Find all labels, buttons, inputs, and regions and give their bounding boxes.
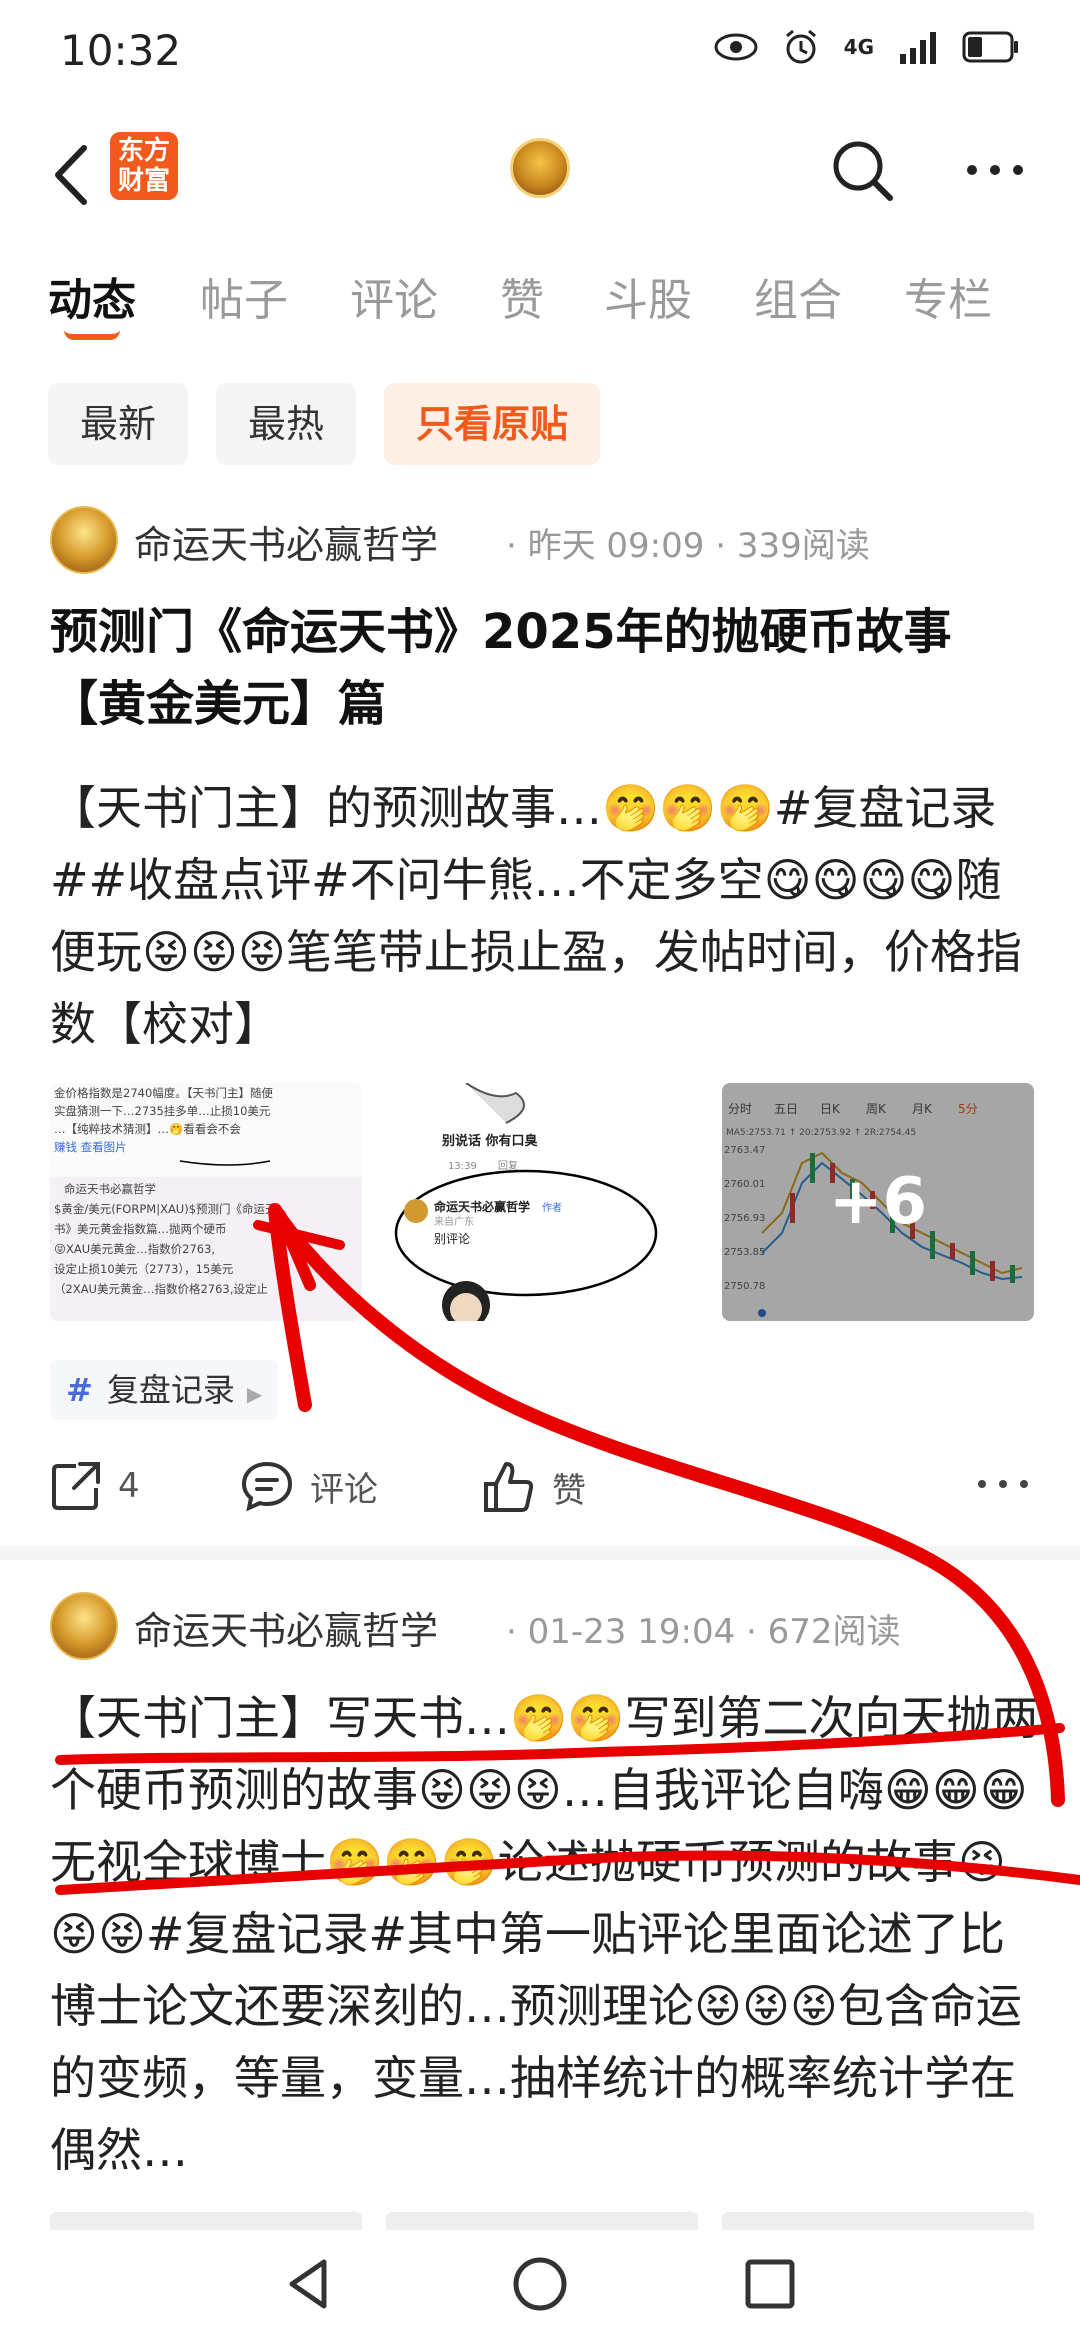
- nav-back-icon[interactable]: [280, 2254, 340, 2314]
- thumb-2-time: 13:39: [448, 1161, 477, 1172]
- network-label: 4G: [843, 35, 874, 59]
- share-button[interactable]: 4: [50, 1460, 140, 1512]
- topic-tag[interactable]: # 复盘记录 ▶: [50, 1360, 279, 1420]
- active-tab-indicator: [64, 330, 120, 340]
- profile-avatar[interactable]: [510, 138, 570, 198]
- tab-dynamics[interactable]: 动态: [48, 264, 136, 328]
- more-options-icon[interactable]: [960, 150, 1030, 190]
- post-body[interactable]: 【天书门主】写天书…🤭🤭写到第二次向天抛两个硬币预测的故事😝😝😝…自我评论自嗨😁…: [50, 1682, 1040, 2190]
- filter-hottest[interactable]: 最热: [216, 383, 357, 465]
- post-image-1[interactable]: 金价格指数是2740幅度。【天书门主】随便 实盘猜测一下…2735挂多单…止损1…: [50, 1083, 362, 1321]
- screenshot-text-thumbnail: 金价格指数是2740幅度。【天书门主】随便 实盘猜测一下…2735挂多单…止损1…: [50, 1083, 362, 1321]
- post-images: 金价格指数是2740幅度。【天书门主】随便 实盘猜测一下…2735挂多单…止损1…: [50, 1083, 1034, 1321]
- thumb-2-badge: 作者: [542, 1202, 562, 1214]
- tab-likes[interactable]: 赞: [500, 264, 544, 328]
- author-name[interactable]: 命运天书必赢哲学: [134, 1600, 438, 1655]
- status-icons: 4G: [714, 28, 1020, 66]
- thumb-1-line: 命运天书必赢哲学: [64, 1182, 156, 1196]
- post-image-peek[interactable]: [50, 2212, 362, 2230]
- hash-icon: #: [66, 1371, 93, 1409]
- tab-posts[interactable]: 帖子: [200, 264, 288, 328]
- thumbs-up-icon: [484, 1462, 534, 1512]
- signal-icon: [900, 32, 936, 64]
- thumb-2-name: 命运天书必赢哲学: [433, 1199, 530, 1214]
- post-header[interactable]: 命运天书必赢哲学 · 昨天 09:09 · 339阅读: [50, 506, 1040, 576]
- filter-latest[interactable]: 最新: [48, 383, 189, 465]
- caret-right-icon: ▶: [246, 1382, 263, 1406]
- top-bar: 东方 财富: [0, 120, 1080, 230]
- nav-home-icon[interactable]: [510, 2254, 570, 2314]
- status-time: 10:32: [60, 26, 182, 75]
- tab-comments[interactable]: 评论: [350, 264, 438, 328]
- avatar[interactable]: [50, 506, 118, 574]
- thumb-2-caption: 别说话 你有口臭: [441, 1133, 538, 1149]
- status-bar: 10:32 4G: [0, 0, 1080, 100]
- search-icon[interactable]: [828, 136, 898, 206]
- meme-comment-thumbnail: 别说话 你有口臭 13:39 回复 命运天书必赢哲学 作者 来自广东 别评论: [386, 1083, 698, 1321]
- thumb-1-line: $黄金/美元(FORPM|XAU)$预测门《命运天: [54, 1202, 277, 1216]
- eye-icon: [714, 33, 758, 61]
- share-count: 4: [118, 1466, 140, 1506]
- post-image-3[interactable]: 分时 五日 日K 周K 月K 5分 MA5:2753.71 ↑ 20:2753.…: [722, 1083, 1034, 1321]
- comment-icon: [241, 1461, 293, 1512]
- system-nav-bar: [0, 2240, 1080, 2340]
- screen: 10:32 4G 东方 财富 动态 帖子 评论 赞 斗股 组合 专栏 最新 最热…: [0, 0, 1080, 2340]
- thumb-1-line: 书》美元黄金指数篇…抛两个硬币: [54, 1222, 227, 1236]
- alarm-icon: [785, 29, 816, 64]
- post-divider: [0, 1546, 1080, 1560]
- tab-stock-battle[interactable]: 斗股: [604, 264, 692, 328]
- share-icon: [52, 1462, 100, 1510]
- comment-label: 评论: [310, 1469, 378, 1510]
- thumb-1-line: 金价格指数是2740幅度。【天书门主】随便: [54, 1086, 274, 1100]
- more-images-overlay[interactable]: +6: [722, 1083, 1034, 1321]
- post-header[interactable]: 命运天书必赢哲学 · 01-23 19:04 · 672阅读: [50, 1592, 1040, 1662]
- comment-button[interactable]: 评论: [240, 1460, 378, 1512]
- battery-icon: [962, 31, 1018, 63]
- thumb-1-line: 赚钱 查看图片: [54, 1140, 127, 1154]
- post-actions: 4 评论 赞: [0, 1450, 1080, 1530]
- avatar[interactable]: [50, 1592, 118, 1660]
- thumb-1-line: …【纯粹技术猜测】…🤭看看会不会: [54, 1122, 241, 1136]
- profile-tabs: 动态 帖子 评论 赞 斗股 组合 专栏: [0, 250, 1080, 340]
- post-image-peek[interactable]: [386, 2212, 698, 2230]
- filter-original-only[interactable]: 只看原贴: [384, 383, 601, 465]
- nav-recents-icon[interactable]: [740, 2254, 800, 2314]
- post-image-2[interactable]: 别说话 你有口臭 13:39 回复 命运天书必赢哲学 作者 来自广东 别评论: [386, 1083, 698, 1321]
- thumb-1-line: 实盘猜测一下…2735挂多单…止损10美元: [54, 1104, 271, 1118]
- tab-column[interactable]: 专栏: [904, 264, 992, 328]
- thumb-2-reply: 别评论: [434, 1232, 470, 1246]
- post-body[interactable]: 【天书门主】的预测故事…🤭🤭🤭#复盘记录##收盘点评#不问牛熊…不定多空😋😋😋😋…: [50, 772, 1040, 1060]
- post-image-peek[interactable]: [722, 2212, 1034, 2230]
- post-more-icon[interactable]: [976, 1476, 1030, 1492]
- thumb-1-line: 😝XAU美元黄金…指数价2763,: [54, 1242, 215, 1256]
- like-button[interactable]: 赞: [482, 1460, 586, 1514]
- post-title[interactable]: 预测门《命运天书》2025年的抛硬币故事【黄金美元】篇: [50, 596, 1040, 740]
- like-label: 赞: [552, 1470, 586, 1511]
- topic-label: 复盘记录: [106, 1371, 235, 1409]
- thumb-1-line: 设定止损10美元（2773），15美元: [54, 1262, 234, 1276]
- thumb-2-sub: 来自广东: [434, 1215, 474, 1228]
- post-meta: · 01-23 19:04 · 672阅读: [506, 1612, 901, 1652]
- thumb-1-line: （2XAU美元黄金…指数价格2763,设定止: [54, 1282, 268, 1296]
- back-arrow-icon[interactable]: [44, 140, 104, 210]
- app-logo: 东方 财富: [110, 132, 178, 200]
- tab-portfolio[interactable]: 组合: [754, 264, 842, 328]
- post-meta: · 昨天 09:09 · 339阅读: [506, 526, 870, 566]
- author-name[interactable]: 命运天书必赢哲学: [134, 514, 438, 569]
